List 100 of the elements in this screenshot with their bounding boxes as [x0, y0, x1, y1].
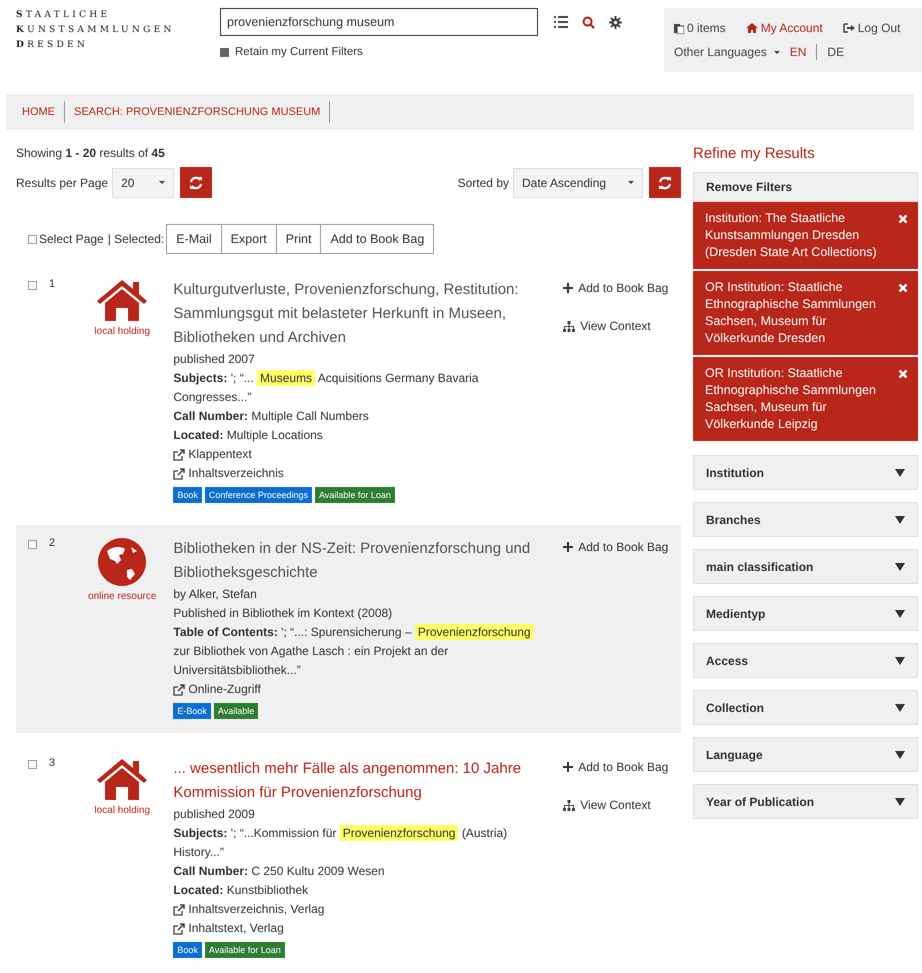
- refresh-icon: [189, 176, 204, 190]
- format-tag: E-Book: [173, 703, 211, 719]
- external-link-icon: [173, 904, 186, 916]
- result-detail: Call Number: C 250 Kultu 2009 Wesen: [173, 863, 386, 880]
- remove-filters-header: Remove Filters: [693, 172, 918, 202]
- checkbox[interactable]: [220, 48, 229, 56]
- per-page-select[interactable]: 20: [112, 168, 174, 198]
- filter-label: Institution: The Staatliche Kunstsammlungen Dresden (Dresden State Art Collections): [705, 210, 878, 261]
- list-icon[interactable]: [554, 16, 568, 28]
- result-number: 2: [49, 537, 56, 549]
- facet-header[interactable]: Branches: [693, 502, 918, 537]
- result-action-link[interactable]: Add to Book Bag: [578, 540, 668, 554]
- result-title-link[interactable]: ... wesentlich mehr Fälle als angenommen: 10 Jahre Kommission für Provenienzforschung: [173, 757, 552, 805]
- format-tag: Book: [173, 487, 202, 503]
- result-action-link[interactable]: Add to Book Bag: [578, 760, 668, 774]
- result-detail: Subjects: '; “...Kommission für Provenienzforschung (Austria) History...”: [173, 824, 508, 861]
- search-icon[interactable]: [582, 16, 595, 28]
- facet-header[interactable]: main classification: [693, 549, 918, 584]
- format-tag: Available: [214, 703, 258, 719]
- result-detail: Published in Bibliothek im Kontext (2008): [173, 605, 394, 622]
- breadcrumb-link[interactable]: HOME: [16, 101, 65, 123]
- language-link[interactable]: DE: [827, 45, 844, 59]
- filter-label: OR Institution: Staatliche Ethnographische Sammlungen Sachsen, Museum für Völkerkunde Leipzig: [705, 365, 877, 433]
- external-link[interactable]: Online-Zugriff: [188, 680, 261, 699]
- sign-out-icon: [842, 23, 855, 33]
- external-link-icon: [173, 684, 186, 696]
- external-link[interactable]: Inhaltsverzeichnis, Verlag: [188, 900, 324, 919]
- bulk-action-button[interactable]: Export: [220, 224, 277, 254]
- clipboard-icon: [674, 22, 684, 34]
- active-filter[interactable]: OR Institution: Staatliche Ethnographische Sammlungen Sachsen, Museum für Völkerkunde Leipzig: [693, 357, 918, 443]
- bulk-action-button[interactable]: Print: [276, 224, 322, 254]
- house-icon: [96, 757, 148, 801]
- result-detail: published 2009: [173, 806, 256, 823]
- home-icon: [746, 23, 758, 33]
- result-detail: by Alker, Stefan: [173, 586, 258, 603]
- other-languages-dropdown[interactable]: Other Languages: [674, 45, 780, 59]
- settings-icon[interactable]: [609, 16, 622, 28]
- result-number: 3: [49, 757, 56, 769]
- facet-header[interactable]: Medientyp: [693, 596, 918, 631]
- external-link[interactable]: Klappentext: [188, 445, 252, 464]
- plus-icon: [563, 542, 574, 552]
- bulk-action-button[interactable]: E-Mail: [166, 224, 222, 254]
- result-detail: Subjects: '; “... Museums Acquisitions Germany Bavaria Congresses...”: [173, 369, 480, 406]
- external-link[interactable]: Inhaltstext, Verlag: [188, 919, 284, 938]
- house-icon: [96, 278, 148, 322]
- refresh-button[interactable]: [180, 167, 212, 198]
- language-link[interactable]: EN: [790, 45, 806, 59]
- per-page-label: Results per Page: [16, 176, 108, 190]
- book-bag-link[interactable]: 0 items: [674, 21, 726, 35]
- checkbox[interactable]: [28, 281, 37, 290]
- plus-icon: [563, 762, 574, 772]
- bulk-action-button[interactable]: Add to Book Bag: [320, 224, 434, 254]
- filter-label: OR Institution: Staatliche Ethnographische Sammlungen Sachsen, Museum für Völkerkunde Dresden: [705, 279, 877, 347]
- result-action-link[interactable]: Add to Book Bag: [578, 281, 668, 295]
- result-detail: Table of Contents: '; “...: Spurensicherung – Provenienzforschung zur Bibliothek von Agathe Lasch : ein Projekt an der Universitätsbibliothek...”: [173, 623, 552, 680]
- result-action-link[interactable]: View Context: [580, 319, 651, 333]
- globe-icon: [97, 537, 148, 587]
- format-label: online resource: [88, 591, 156, 602]
- sidebar-heading: Refine my Results: [693, 145, 816, 162]
- format-label: local holding: [94, 326, 150, 337]
- log-out-link[interactable]: Log Out: [842, 21, 900, 35]
- facet-header[interactable]: Institution: [693, 455, 918, 490]
- hierarchy-icon: [563, 800, 576, 810]
- result-number: 1: [49, 278, 56, 290]
- checkbox-label[interactable]: Retain my Current Filters: [235, 46, 363, 58]
- search-field[interactable]: provenienzforschung museum: [220, 8, 538, 36]
- result-action-link[interactable]: View Context: [580, 798, 651, 812]
- format-label: local holding: [94, 805, 150, 816]
- sort-select[interactable]: Date Ascending: [513, 168, 643, 198]
- checkbox[interactable]: [28, 760, 37, 769]
- external-link-icon: [173, 468, 186, 480]
- active-filter[interactable]: OR Institution: Staatliche Ethnographische Sammlungen Sachsen, Museum für Völkerkunde Dresden: [693, 271, 918, 357]
- close-icon[interactable]: [898, 214, 908, 224]
- checkbox[interactable]: [28, 540, 37, 549]
- my-account-link[interactable]: My Account: [746, 21, 823, 35]
- external-link-icon: [173, 922, 186, 934]
- select-page-label[interactable]: Select Page: [39, 232, 104, 246]
- format-tag: Book: [173, 942, 202, 958]
- refresh-icon: [658, 176, 672, 190]
- external-link[interactable]: Inhaltsverzeichnis: [188, 464, 284, 483]
- facet-header[interactable]: Language: [693, 737, 918, 772]
- refresh-button[interactable]: [649, 167, 681, 198]
- result-title-link[interactable]: Bibliotheken in der NS-Zeit: Provenienzforschung und Bibliotheksgeschichte: [173, 537, 552, 585]
- result-title-link[interactable]: Kulturgutverluste, Provenienzforschung, Restitution: Sammlungsgut mit belasteter Herkunft in Museen, Bibliotheken und Archiven: [173, 278, 552, 350]
- checkbox[interactable]: [28, 234, 37, 244]
- facet-header[interactable]: Collection: [693, 690, 918, 725]
- facet-header[interactable]: Year of Publication: [693, 784, 918, 819]
- sort-label: Sorted by: [458, 176, 509, 190]
- selected-label: | Selected:: [108, 232, 164, 246]
- hierarchy-icon: [563, 320, 576, 332]
- result-detail: Located: Kunstbibliothek: [173, 882, 310, 899]
- breadcrumb-link[interactable]: SEARCH: PROVENIENZFORSCHUNG MUSEUM: [65, 101, 330, 123]
- results-summary: Showing 1 - 20 results of 45: [16, 146, 166, 160]
- active-filter[interactable]: Institution: The Staatliche Kunstsammlungen Dresden (Dresden State Art Collections): [693, 202, 918, 271]
- format-tag: Conference Proceedings: [204, 487, 312, 503]
- close-icon[interactable]: [898, 369, 908, 379]
- close-icon[interactable]: [898, 283, 908, 293]
- format-tag: Available for Loan: [314, 487, 395, 503]
- facet-header[interactable]: Access: [693, 643, 918, 678]
- plus-icon: [563, 283, 574, 293]
